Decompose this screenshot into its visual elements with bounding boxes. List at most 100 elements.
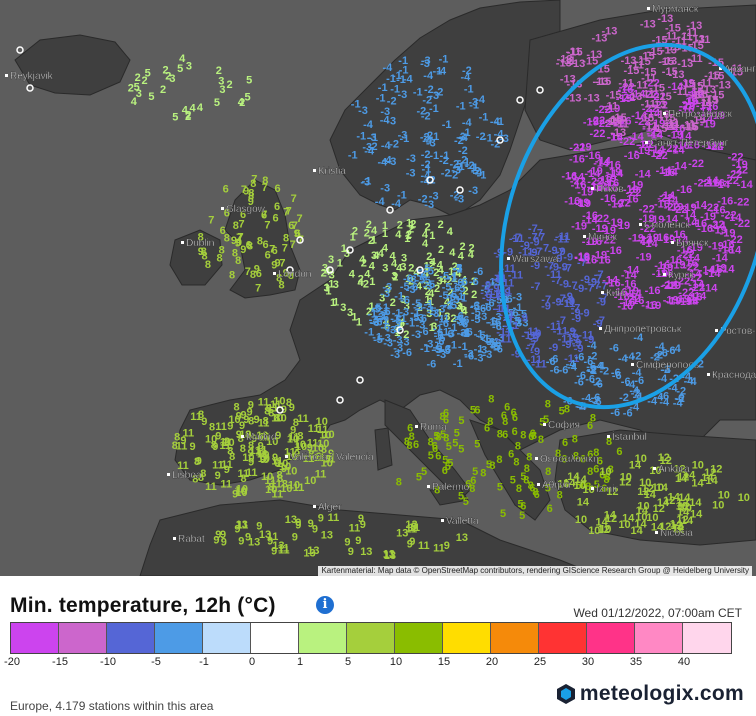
station-reading: -4 <box>381 140 392 152</box>
logo-text: meteologix.com <box>579 682 744 705</box>
station-marker <box>26 84 34 92</box>
station-reading: -13 <box>700 84 716 96</box>
station-reading: 9 <box>224 464 230 476</box>
city-marker <box>653 467 656 470</box>
station-reading: 5 <box>246 74 252 86</box>
scale-tick-label: 10 <box>389 656 403 668</box>
station-reading: 3 <box>340 302 346 314</box>
station-reading: -11 <box>553 326 568 338</box>
city-marker <box>313 505 316 508</box>
station-reading: 6 <box>562 437 568 449</box>
meteologix-logo[interactable]: meteologix.com <box>556 682 744 706</box>
station-reading: -6 <box>402 347 412 359</box>
scale-tick-label: 25 <box>533 656 547 668</box>
forecast-date: Wed 01/12/2022, 07:00am CET <box>573 606 742 620</box>
legend-panel: Min. temperature, 12h (°C) i Wed 01/12/2… <box>0 576 756 716</box>
station-reading: -22 <box>734 218 750 230</box>
station-reading: 10 <box>322 429 334 441</box>
station-reading: 2 <box>361 257 367 269</box>
station-reading: -6 <box>458 318 468 330</box>
station-reading: -6 <box>454 277 464 289</box>
station-reading: -3 <box>468 96 478 108</box>
station-reading: 7 <box>208 215 214 227</box>
station-reading: -3 <box>421 55 431 67</box>
station-reading: -16 <box>571 179 587 191</box>
station-reading: 5 <box>428 450 434 462</box>
station-reading: -6 <box>658 348 668 360</box>
station-reading: 7 <box>290 239 296 251</box>
scale-tick-label: -5 <box>151 656 161 668</box>
station-reading: 11 <box>246 467 258 479</box>
station-reading: 9 <box>215 529 221 541</box>
station-reading: 3 <box>219 84 225 96</box>
city-marker <box>285 455 288 458</box>
station-reading: 1 <box>350 232 356 244</box>
station-reading: 5 <box>518 499 524 511</box>
station-reading: 10 <box>635 453 647 465</box>
station-reading: 6 <box>512 412 518 424</box>
station-reading: 6 <box>547 503 553 515</box>
city-label-bryansk: Брянск <box>676 238 709 249</box>
weather-map[interactable]: 2445322554222322522435325543458989686686… <box>0 0 756 576</box>
station-reading: 4 <box>364 269 371 281</box>
station-reading: -16 <box>569 154 585 166</box>
station-reading: 6 <box>508 448 514 460</box>
station-reading: 8 <box>545 466 551 478</box>
city-label-alger: Alger <box>318 502 342 513</box>
station-reading: -14 <box>637 234 654 246</box>
station-reading: 6 <box>484 423 490 435</box>
city-label-warszawa: Warszawa <box>512 254 559 265</box>
station-reading: 5 <box>214 97 220 109</box>
city-marker <box>167 473 170 476</box>
station-reading: 9 <box>248 400 254 412</box>
station-reading: -1 <box>400 133 410 145</box>
station-reading: 2 <box>397 219 403 231</box>
station-reading: -9 <box>518 312 528 324</box>
station-reading: 5 <box>446 441 452 453</box>
station-reading: 8 <box>277 473 283 485</box>
map-attribution[interactable]: Kartenmaterial: Map data © OpenStreetMap… <box>318 566 752 576</box>
city-marker <box>707 373 710 376</box>
station-reading: 7 <box>262 182 268 194</box>
station-reading: -2 <box>676 386 686 398</box>
station-reading: -2 <box>441 168 451 180</box>
station-reading: 10 <box>620 471 632 483</box>
city-marker <box>537 483 540 486</box>
station-reading: -9 <box>541 301 551 313</box>
info-icon[interactable]: i <box>316 596 334 614</box>
city-label-istanbul: İstanbul <box>612 430 647 443</box>
city-label-ankara: Ankara <box>658 464 690 475</box>
station-reading: -3 <box>360 176 370 188</box>
station-reading: 13 <box>384 550 396 562</box>
station-reading: -2 <box>453 162 463 174</box>
station-reading: 10 <box>235 487 247 499</box>
city-marker <box>181 241 184 244</box>
station-reading: 8 <box>224 232 230 244</box>
scale-tick-label: 0 <box>248 656 256 668</box>
station-reading: -14 <box>621 270 638 282</box>
station-reading: 8 <box>497 429 503 441</box>
city-label-sofia: София <box>548 419 580 431</box>
city-label-lisboa: Lisboa <box>172 470 202 481</box>
station-reading: -9 <box>562 339 572 351</box>
city-marker <box>173 537 176 540</box>
map-canvas[interactable]: 24453225542223225 22435325543458989686686… <box>0 0 756 576</box>
station-reading: -13 <box>557 53 573 65</box>
station-reading: -11 <box>546 269 561 281</box>
station-reading: -1 <box>494 116 504 128</box>
station-reading: 8 <box>526 452 532 464</box>
station-reading: -3 <box>362 142 372 154</box>
city-marker <box>639 223 642 226</box>
station-reading: -22 <box>688 158 704 170</box>
station-reading: -1 <box>420 343 430 355</box>
city-marker <box>631 363 634 366</box>
city-label-kursk: Курск <box>668 270 694 281</box>
city-marker <box>221 207 224 210</box>
station-reading: 9 <box>348 546 354 558</box>
station-reading: 6 <box>616 446 622 458</box>
station-reading: 5 <box>245 92 251 104</box>
station-reading: 2 <box>239 97 245 109</box>
city-marker <box>647 7 650 10</box>
station-reading: 8 <box>488 394 494 406</box>
station-reading: 9 <box>355 535 361 547</box>
